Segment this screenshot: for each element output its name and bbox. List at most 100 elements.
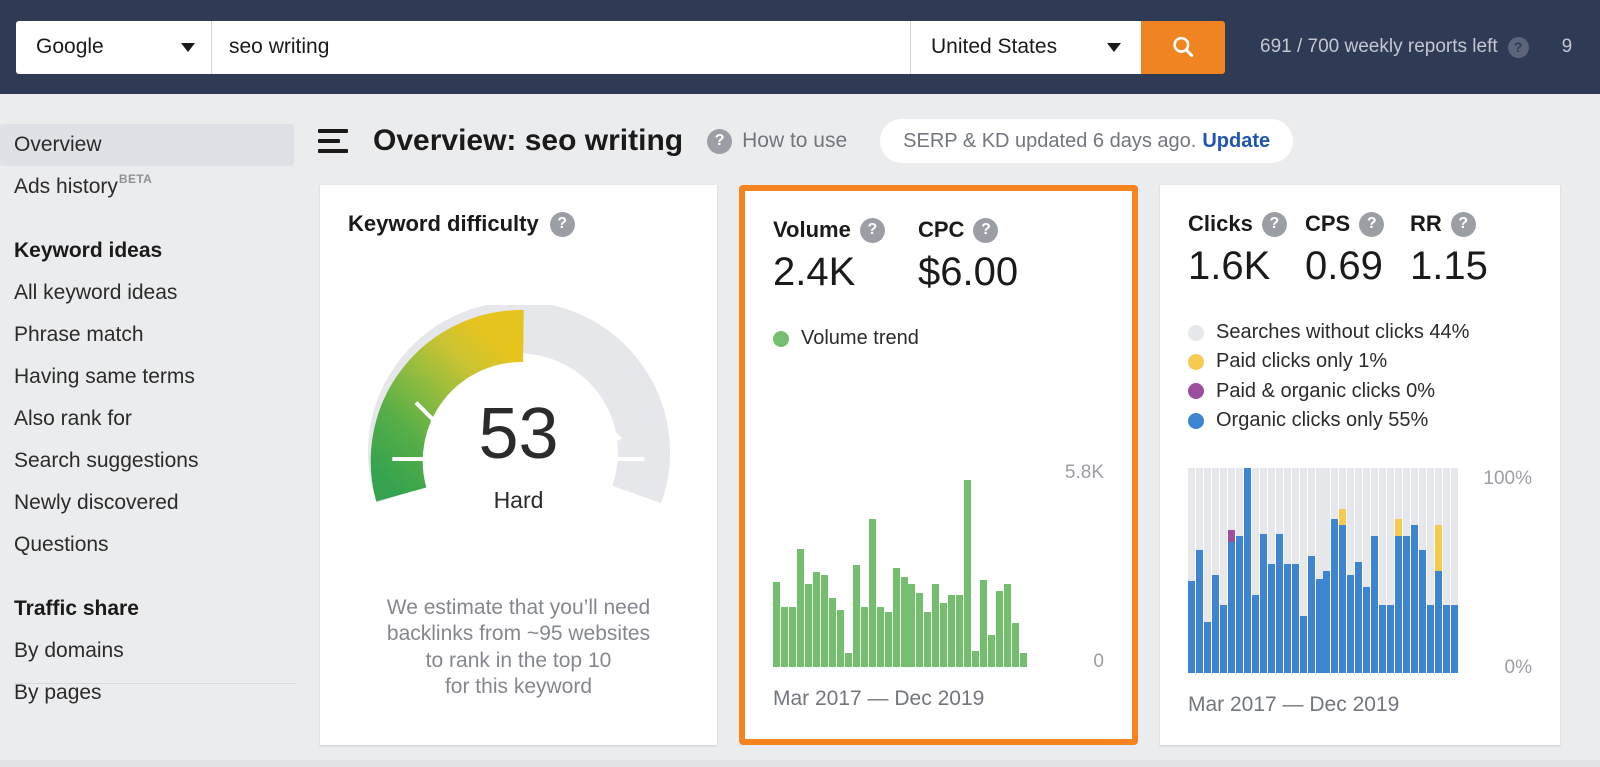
clicks-bar [1308, 468, 1315, 673]
clicks-bar [1268, 468, 1275, 673]
clicks-bar-segment [1411, 525, 1418, 673]
difficulty-rating: Hard [363, 487, 675, 514]
legend-item[interactable]: Paid & organic clicks 0% [1188, 377, 1532, 406]
clicks-bar-segment [1395, 519, 1402, 535]
sidebar-item-search-suggestions[interactable]: Search suggestions [0, 440, 296, 482]
question-mark-icon[interactable]: ? [1508, 37, 1529, 58]
clicks-bar [1443, 468, 1450, 673]
how-to-use-link[interactable]: ? How to use [707, 129, 847, 154]
clicks-bar-segment [1387, 605, 1394, 673]
metric-label-text: RR [1410, 211, 1442, 237]
weekly-reports-text: 691 / 700 weekly reports left [1260, 36, 1498, 58]
volume-bar [932, 584, 939, 667]
volume-bar [789, 607, 796, 667]
sidebar-item-all-keyword-ideas[interactable]: All keyword ideas [0, 272, 296, 314]
clicks-axis-min: 0% [1505, 657, 1532, 679]
clicks-bar [1387, 468, 1394, 673]
how-to-use-label: How to use [742, 129, 847, 153]
legend-label: Searches without clicks 44% [1216, 318, 1469, 347]
volume-bar [805, 584, 812, 667]
clicks-bar-segment [1220, 605, 1227, 673]
clicks-date-range: Mar 2017 — Dec 2019 [1188, 693, 1399, 717]
legend-color-dot [1188, 413, 1204, 429]
sidebar-divider [14, 683, 296, 684]
legend-item[interactable]: Paid clicks only 1% [1188, 347, 1532, 376]
clicks-bar [1419, 468, 1426, 673]
sidebar-item-by-pages[interactable]: By pages [0, 672, 296, 714]
update-link[interactable]: Update [1202, 130, 1270, 153]
volume-axis-min: 0 [1093, 651, 1104, 673]
question-mark-icon[interactable]: ? [1262, 212, 1287, 237]
legend-item[interactable]: Volume trend [773, 324, 1104, 353]
clicks-bar-segment [1204, 622, 1211, 673]
volume-bar [877, 607, 884, 667]
sidebar: Overview Ads history BETA Keyword ideas … [0, 94, 296, 767]
legend-color-dot [1188, 383, 1204, 399]
volume-bar [861, 607, 868, 667]
search-button[interactable] [1141, 21, 1225, 74]
clicks-bar [1331, 468, 1338, 673]
sidebar-item-newly-discovered[interactable]: Newly discovered [0, 482, 296, 524]
volume-bar [813, 572, 820, 667]
volume-bar [821, 575, 828, 667]
clicks-bar-segment [1236, 536, 1243, 673]
metric-volume: Volume ? 2.4K [773, 217, 918, 294]
metric-value-text: 2.4K [773, 250, 918, 294]
clicks-bar [1220, 468, 1227, 673]
question-mark-icon[interactable]: ? [973, 218, 998, 243]
keyword-input[interactable] [212, 21, 910, 74]
legend-item[interactable]: Organic clicks only 55% [1188, 406, 1532, 435]
difficulty-note-line: We estimate that you’ll need [320, 595, 717, 621]
volume-bar [924, 612, 931, 667]
sidebar-item-label: Overview [14, 133, 102, 157]
question-mark-icon[interactable]: ? [860, 218, 885, 243]
metric-value-text: $6.00 [918, 250, 1018, 294]
clicks-bar [1244, 468, 1251, 673]
clicks-bar [1435, 468, 1442, 673]
sidebar-item-also-rank-for[interactable]: Also rank for [0, 398, 296, 440]
clicks-bar [1379, 468, 1386, 673]
clicks-bar [1212, 468, 1219, 673]
search-engine-select[interactable]: Google [16, 21, 212, 74]
clicks-bar [1323, 468, 1330, 673]
clicks-bar-segment [1228, 530, 1235, 542]
clicks-bar-segment [1276, 534, 1283, 673]
volume-bar [893, 568, 900, 667]
metric-cps: CPS ? 0.69 [1305, 211, 1410, 288]
clicks-bar-segment [1188, 581, 1195, 673]
clicks-bar-segment [1427, 605, 1434, 673]
clicks-bar-segment [1212, 575, 1219, 673]
question-mark-icon[interactable]: ? [1451, 212, 1476, 237]
clicks-bar [1252, 468, 1259, 673]
question-mark-icon[interactable]: ? [1359, 212, 1384, 237]
metric-label-text: CPC [918, 217, 964, 243]
sidebar-item-having-same-terms[interactable]: Having same terms [0, 356, 296, 398]
sidebar-item-ads-history[interactable]: Ads history BETA [0, 166, 296, 208]
sidebar-item-label: Ads history [14, 175, 118, 199]
sidebar-item-phrase-match[interactable]: Phrase match [0, 314, 296, 356]
volume-bar [901, 577, 908, 667]
clicks-bar-segment [1395, 536, 1402, 673]
legend-item[interactable]: Searches without clicks 44% [1188, 318, 1532, 347]
search-engine-value: Google [36, 35, 104, 59]
clicks-bars [1188, 468, 1458, 673]
sidebar-item-label: All keyword ideas [14, 281, 177, 305]
cut-off-edge-text: 9 [1562, 36, 1573, 58]
clicks-bar [1316, 468, 1323, 673]
question-mark-icon[interactable]: ? [550, 212, 575, 237]
sidebar-item-questions[interactable]: Questions [0, 524, 296, 566]
clicks-bar-segment [1371, 536, 1378, 673]
clicks-bar [1363, 468, 1370, 673]
legend-color-dot [773, 331, 789, 347]
volume-date-range: Mar 2017 — Dec 2019 [773, 687, 984, 711]
clicks-bar-segment [1331, 519, 1338, 673]
clicks-axis-max: 100% [1483, 468, 1532, 490]
sidebar-item-overview[interactable]: Overview [0, 124, 294, 166]
hamburger-menu-icon[interactable] [318, 129, 348, 153]
sidebar-item-by-domains[interactable]: By domains [0, 630, 296, 672]
volume-bar [940, 603, 947, 667]
clicks-bar [1292, 468, 1299, 673]
volume-legend: Volume trend [773, 324, 1104, 353]
horizontal-scrollbar[interactable] [0, 760, 1600, 767]
country-select[interactable]: United States [910, 21, 1141, 74]
